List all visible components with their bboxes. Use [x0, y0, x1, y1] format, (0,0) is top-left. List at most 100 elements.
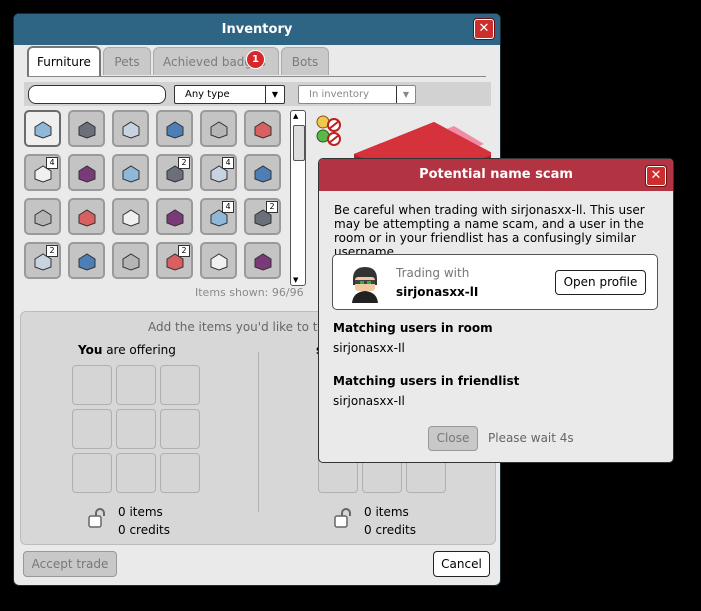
your-offer-title: You are offering — [78, 343, 176, 357]
location-filter-select[interactable]: In inventory ▼ — [298, 85, 416, 104]
blue-sofa-icon — [121, 163, 141, 183]
tab-furniture[interactable]: Furniture — [27, 46, 101, 77]
name-scam-dialog: Potential name scam ✕ Be careful when tr… — [318, 158, 674, 463]
dialog-close-button[interactable]: ✕ — [646, 166, 666, 186]
scam-warning-message: Be careful when trading with sirjonasxx-… — [334, 203, 645, 259]
inventory-item[interactable] — [244, 242, 281, 279]
my-trade-slot[interactable] — [72, 453, 112, 493]
type-filter-select[interactable]: Any type ▼ — [174, 85, 285, 104]
item-count-badge: 2 — [266, 201, 278, 213]
inventory-item[interactable] — [200, 242, 237, 279]
room-matches-header: Matching users in room — [333, 321, 493, 335]
user-avatar — [352, 267, 378, 303]
close-button[interactable]: Close — [428, 426, 478, 451]
my-trade-slot[interactable] — [116, 409, 156, 449]
item-count-badge: 4 — [222, 157, 234, 169]
items-shown-count: Items shown: 96/96 — [195, 286, 304, 299]
snowman-icon — [253, 251, 273, 271]
trading-with-username: sirjonasxx-lI — [396, 285, 479, 299]
room-match-user[interactable]: sirjonasxx-Il — [333, 341, 405, 355]
floor-tile-icon — [253, 163, 273, 183]
inventory-item[interactable] — [68, 198, 105, 235]
inventory-item[interactable] — [156, 110, 193, 147]
tab-bots[interactable]: Bots — [281, 47, 329, 75]
item-count-badge: 2 — [178, 245, 190, 257]
shoes-icon — [121, 251, 141, 271]
inventory-item[interactable]: 4 — [24, 154, 61, 191]
inventory-item[interactable]: 4 — [200, 154, 237, 191]
inventory-item[interactable]: 2 — [244, 198, 281, 235]
inventory-close-button[interactable]: ✕ — [474, 19, 494, 39]
trading-with-box: Trading with sirjonasxx-lI Open profile — [332, 254, 658, 310]
notification-badge: 1 — [246, 50, 265, 69]
inventory-item[interactable] — [24, 198, 61, 235]
inventory-item[interactable] — [68, 242, 105, 279]
inventory-item[interactable]: 2 — [24, 242, 61, 279]
dialog-title: Potential name scam — [419, 167, 573, 182]
inventory-item[interactable] — [68, 154, 105, 191]
my-trade-slot[interactable] — [160, 453, 200, 493]
lock-icon — [334, 508, 351, 528]
open-profile-button[interactable]: Open profile — [555, 270, 646, 295]
inventory-item[interactable] — [68, 110, 105, 147]
inventory-item[interactable]: 4 — [200, 198, 237, 235]
dialog-title-bar[interactable]: Potential name scam ✕ — [319, 159, 673, 191]
table-icon — [77, 207, 97, 227]
my-totals: 0 items 0 credits — [118, 503, 170, 539]
accept-trade-button[interactable]: Accept trade — [23, 551, 117, 577]
offering-label: are offering — [102, 343, 176, 357]
location-filter-value: In inventory — [309, 89, 370, 100]
blue-chair-icon — [77, 163, 97, 183]
grid-scrollbar[interactable]: ▲ ▼ — [290, 110, 306, 286]
inventory-item[interactable] — [156, 198, 193, 235]
inventory-item[interactable] — [112, 242, 149, 279]
their-totals: 0 items 0 credits — [364, 503, 416, 539]
inventory-item[interactable]: 2 — [156, 242, 193, 279]
inventory-item[interactable] — [200, 110, 237, 147]
friend-matches-header: Matching users in friendlist — [333, 374, 520, 388]
their-credits-count: 0 credits — [364, 523, 417, 537]
my-trade-slot[interactable] — [160, 365, 200, 405]
inventory-item[interactable] — [112, 154, 149, 191]
friend-match-user[interactable]: sirjonasxx-Il — [333, 394, 405, 408]
my-trade-slot[interactable] — [72, 365, 112, 405]
arrow-down-icon[interactable]: ▼ — [293, 276, 298, 284]
arrow-up-icon[interactable]: ▲ — [293, 112, 298, 120]
my-trade-slot[interactable] — [116, 365, 156, 405]
mirror-icon — [165, 119, 185, 139]
my-items-count: 0 items — [118, 505, 163, 519]
inventory-title: Inventory — [221, 22, 293, 37]
tab-pets[interactable]: Pets — [103, 47, 151, 75]
chair-red-icon — [209, 251, 229, 271]
item-count-badge: 4 — [46, 157, 58, 169]
my-trade-slot[interactable] — [160, 409, 200, 449]
wall-panel-icon — [33, 119, 53, 139]
inventory-item[interactable] — [112, 110, 149, 147]
door-icon — [77, 119, 97, 139]
search-input[interactable] — [28, 85, 166, 104]
scroll-thumb[interactable] — [293, 125, 305, 161]
my-trade-slot[interactable] — [116, 453, 156, 493]
type-filter-value: Any type — [185, 89, 230, 100]
close-icon: ✕ — [478, 21, 490, 36]
corner-sofa-icon — [253, 119, 273, 139]
inventory-item[interactable] — [244, 154, 281, 191]
inventory-item[interactable] — [112, 198, 149, 235]
inventory-item[interactable] — [244, 110, 281, 147]
fridge-icon — [121, 119, 141, 139]
bed-icon — [33, 207, 53, 227]
my-trade-slot[interactable] — [72, 409, 112, 449]
sofa-icon — [209, 119, 229, 139]
flower-icon — [165, 207, 185, 227]
my-credits-count: 0 credits — [118, 523, 171, 537]
item-count-badge: 2 — [178, 157, 190, 169]
cancel-button[interactable]: Cancel — [433, 551, 490, 577]
gift-icon — [121, 207, 141, 227]
item-count-badge: 2 — [46, 245, 58, 257]
wait-countdown: Please wait 4s — [488, 431, 574, 445]
trade-divider — [258, 352, 259, 512]
crate-icon — [77, 251, 97, 271]
inventory-title-bar[interactable]: Inventory ✕ — [14, 14, 500, 45]
inventory-item[interactable] — [24, 110, 61, 147]
inventory-item[interactable]: 2 — [156, 154, 193, 191]
